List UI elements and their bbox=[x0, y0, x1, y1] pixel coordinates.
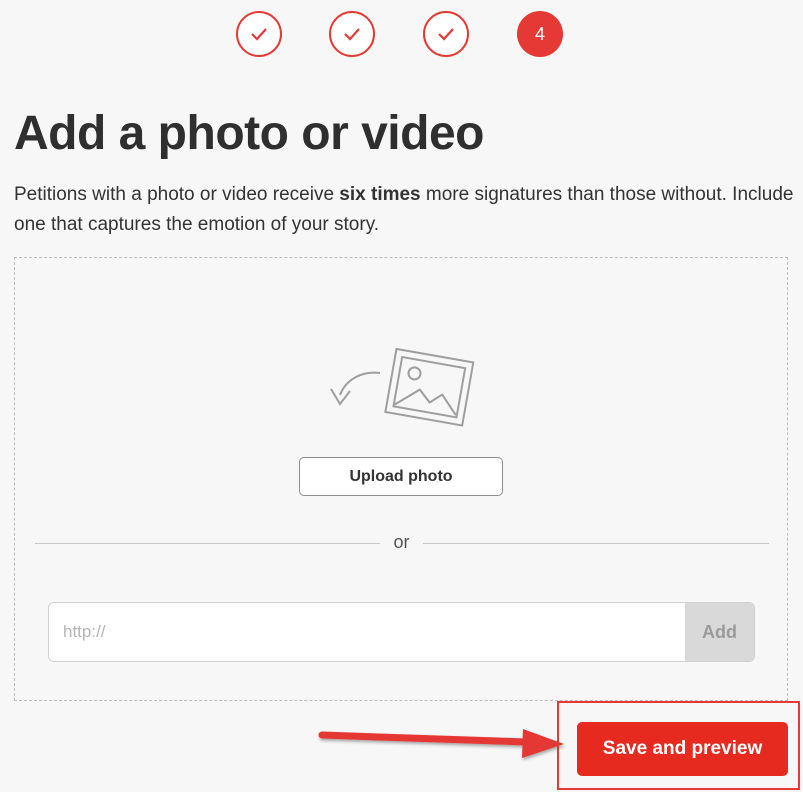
divider-or: or bbox=[393, 532, 410, 552]
add-url-button[interactable]: Add bbox=[685, 603, 754, 661]
step-4-current: 4 bbox=[517, 11, 563, 57]
step-3-complete bbox=[423, 11, 469, 57]
media-url-input[interactable] bbox=[49, 603, 685, 661]
photo-upload-icon bbox=[330, 347, 475, 427]
divider-right bbox=[423, 543, 769, 544]
intro-emphasis: six times bbox=[339, 184, 421, 205]
save-and-preview-button[interactable]: Save and preview bbox=[577, 722, 788, 776]
check-icon bbox=[251, 28, 267, 41]
intro-text-start: Petitions with a photo or video receive bbox=[14, 184, 340, 205]
check-icon bbox=[344, 28, 360, 41]
divider-left bbox=[35, 543, 380, 544]
page-title: Add a photo or video bbox=[14, 107, 484, 160]
annotation-arrow-icon bbox=[318, 729, 564, 758]
url-input-group: Add bbox=[48, 602, 755, 662]
step-1-complete bbox=[236, 11, 282, 57]
intro-text: Petitions with a photo or video receive … bbox=[14, 180, 794, 240]
progress-steps: 4 bbox=[236, 11, 566, 61]
check-icon bbox=[438, 28, 454, 41]
step-2-complete bbox=[329, 11, 375, 57]
step-number: 4 bbox=[534, 23, 545, 44]
upload-photo-button[interactable]: Upload photo bbox=[299, 457, 503, 496]
